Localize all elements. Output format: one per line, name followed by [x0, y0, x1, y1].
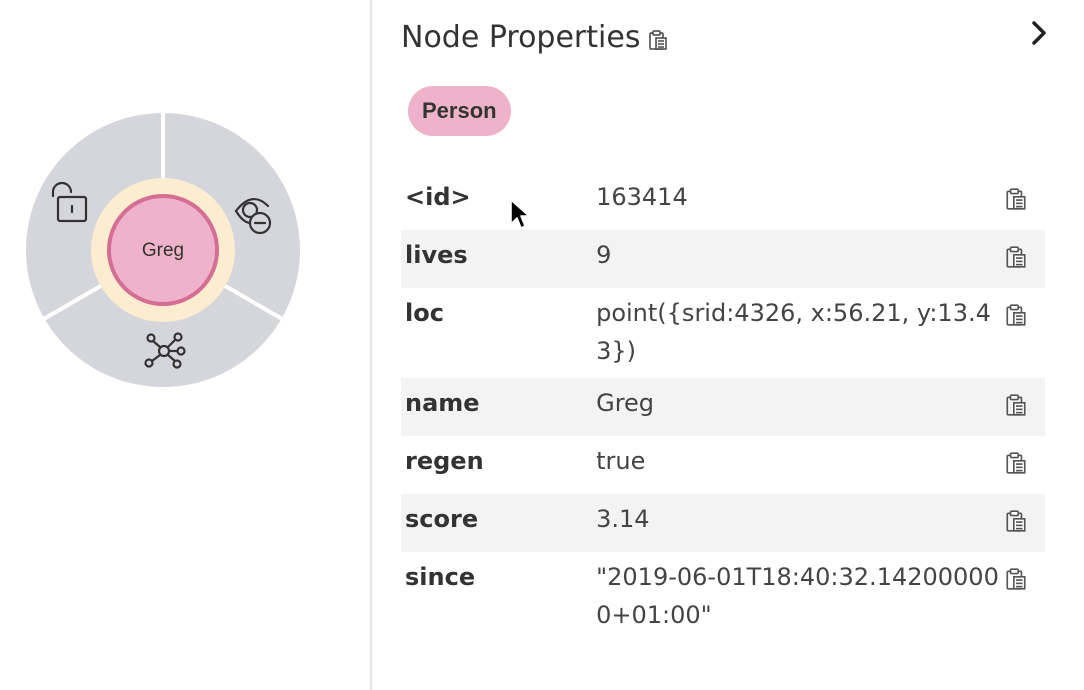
node-properties-panel: Node Properties Person <id> 163414 lives 9 l…	[370, 0, 1084, 690]
property-value: point({srid:4326, x:56.21, y:13.43})	[596, 299, 991, 365]
copy-icon[interactable]	[1005, 506, 1027, 544]
property-key: <id>	[405, 183, 471, 211]
copy-icon[interactable]	[1005, 300, 1027, 338]
property-row: regen true	[401, 436, 1045, 494]
panel-header: Node Properties	[401, 14, 668, 60]
property-key: regen	[405, 447, 484, 475]
copy-icon[interactable]	[1005, 242, 1027, 280]
property-row: loc point({srid:4326, x:56.21, y:13.43})	[401, 288, 1045, 378]
copy-cell	[1005, 436, 1045, 494]
copy-cell	[1005, 288, 1045, 378]
copy-icon[interactable]	[1005, 184, 1027, 222]
property-value: true	[596, 447, 646, 475]
property-value: 3.14	[596, 505, 650, 533]
node-caption: Greg	[141, 240, 185, 261]
property-key: since	[405, 563, 476, 591]
property-row: name Greg	[401, 378, 1045, 436]
property-value: Greg	[596, 389, 655, 417]
node-context-menu	[26, 110, 300, 387]
graph-canvas[interactable]: Greg	[0, 0, 370, 690]
copy-icon[interactable]	[1005, 390, 1027, 428]
mouse-pointer-icon	[510, 199, 530, 229]
copy-cell	[1005, 378, 1045, 436]
property-key: loc	[405, 299, 444, 327]
chevron-right-icon	[1032, 21, 1046, 45]
property-row: since "2019-06-01T18:40:32.142000000+01:0…	[401, 552, 1045, 642]
property-value: 9	[596, 241, 612, 269]
property-key: name	[405, 389, 480, 417]
property-row: lives 9	[401, 230, 1045, 288]
copy-cell	[1005, 494, 1045, 552]
label-chip-person[interactable]: Person	[408, 86, 511, 136]
copy-cell	[1005, 230, 1045, 288]
copy-cell	[1005, 552, 1045, 642]
property-row: <id> 163414	[401, 172, 1045, 230]
property-value: 163414	[596, 183, 688, 211]
collapse-panel-button[interactable]	[1024, 18, 1054, 48]
property-key: score	[405, 505, 479, 533]
copy-icon[interactable]	[1005, 564, 1027, 602]
property-row: score 3.14	[401, 494, 1045, 552]
copy-all-icon[interactable]	[648, 29, 668, 51]
property-value: "2019-06-01T18:40:32.142000000+01:00"	[596, 563, 999, 629]
properties-table: <id> 163414 lives 9 loc point({srid:4326, x:5…	[401, 172, 1045, 642]
copy-icon[interactable]	[1005, 448, 1027, 486]
copy-cell	[1005, 172, 1045, 230]
panel-title: Node Properties	[401, 19, 641, 55]
property-key: lives	[405, 241, 468, 269]
